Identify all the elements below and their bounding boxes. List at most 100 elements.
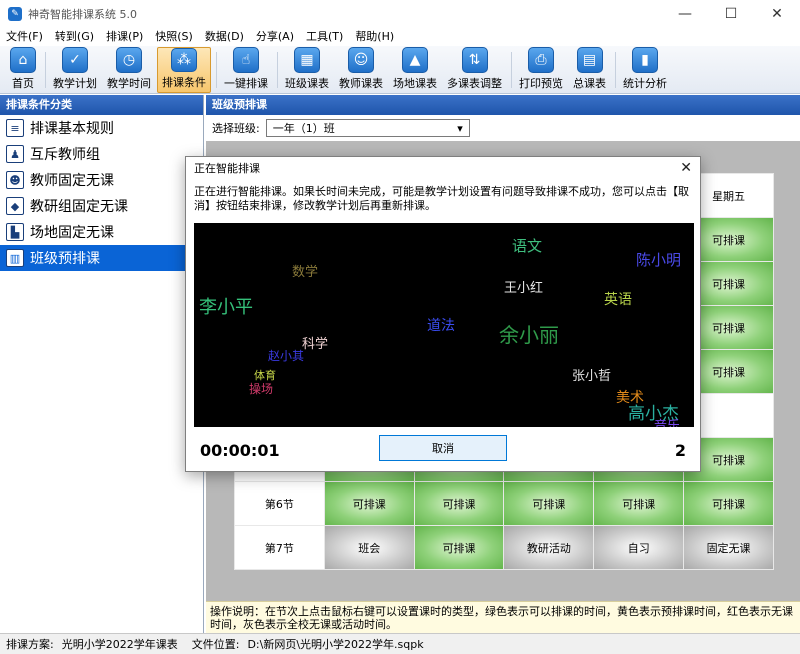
animated-word: 英语 xyxy=(604,292,632,308)
venue-icon: ▙ xyxy=(6,223,24,241)
animated-word: 余小丽 xyxy=(499,323,559,347)
schedule-cell[interactable]: 可排课 xyxy=(323,481,415,526)
teacher-fixed-icon: ☻ xyxy=(6,171,24,189)
animated-word: 张小哲 xyxy=(572,369,612,384)
close-icon[interactable]: ✕ xyxy=(680,160,692,176)
category-label: 排课基本规则 xyxy=(30,121,114,137)
cancel-button[interactable]: 取消 xyxy=(379,435,507,461)
animated-word: 李小平 xyxy=(199,297,253,318)
toolbar-teaching-time-button[interactable]: ◷ 教学时间 xyxy=(103,47,155,93)
category-item-venue-fixed[interactable]: ▙ 场地固定无课 xyxy=(0,219,203,245)
animated-word: 操场 xyxy=(249,382,274,396)
pane-header: 班级预排课 xyxy=(206,95,800,115)
toolbar-home-button[interactable]: ⌂ 首页 xyxy=(6,47,40,93)
menu-tools[interactable]: 工具(T) xyxy=(300,28,349,46)
category-item-teacher-fixed[interactable]: ☻ 教师固定无课 xyxy=(0,167,203,193)
menu-file[interactable]: 文件(F) xyxy=(0,28,49,46)
toolbar-divider xyxy=(615,52,616,88)
plan-label: 排课方案: xyxy=(6,638,54,651)
file-label: 文件位置: xyxy=(191,638,240,651)
attempt-counter: 2 xyxy=(674,441,686,460)
dialog-message: 正在进行智能排课。如果长时间未完成，可能是教学计划设置有问题导致排课不成功，您可… xyxy=(194,185,689,212)
toolbar-divider xyxy=(277,52,278,88)
bar-chart-icon: ▮ xyxy=(632,47,658,73)
toolbar-conditions-button[interactable]: ⁂ 排课条件 xyxy=(157,47,211,93)
category-label: 班级预排课 xyxy=(30,251,100,267)
toolbar-statistics-button[interactable]: ▮ 统计分析 xyxy=(619,47,671,93)
toolbar-label: 打印预览 xyxy=(519,77,563,90)
toolbar-label: 首页 xyxy=(12,77,34,90)
menu-data[interactable]: 数据(D) xyxy=(199,28,250,46)
category-label: 互斥教师组 xyxy=(30,147,100,163)
schedule-cell[interactable]: 可排课 xyxy=(413,481,505,526)
category-item-mutex-teachers[interactable]: ♟ 互斥教师组 xyxy=(0,141,203,167)
animated-word: 音乐 xyxy=(654,419,681,427)
network-icon: ⁂ xyxy=(171,48,197,72)
dialog-title: 正在智能排课 xyxy=(194,162,260,175)
category-label: 场地固定无课 xyxy=(30,225,114,241)
help-text: 操作说明：在节次上点击鼠标右键可以设置课时的类型，绿色表示可以排课的时间，黄色表… xyxy=(206,601,800,633)
animated-word: 数学 xyxy=(292,265,319,280)
dialog-title-bar: 正在智能排课 ✕ xyxy=(186,157,700,179)
schedule-cell[interactable]: 可排课 xyxy=(503,481,595,526)
schedule-cell[interactable]: 班会 xyxy=(323,525,415,570)
elapsed-timer: 00:00:01 xyxy=(200,441,280,460)
teacher-group-icon: ♟ xyxy=(6,145,24,163)
condition-category-pane: 排课条件分类 ≡ 排课基本规则 ♟ 互斥教师组 ☻ 教师固定无课 ◆ 教研组固定无课 ▙… xyxy=(0,95,204,633)
toolbar-divider xyxy=(45,52,46,88)
class-select-value: 一年（1）班 xyxy=(272,122,335,135)
category-item-group-fixed[interactable]: ◆ 教研组固定无课 xyxy=(0,193,203,219)
animated-word: 赵小其 xyxy=(268,349,305,363)
toolbar-teacher-table-button[interactable]: ☺ 教师课表 xyxy=(335,47,387,93)
animated-word: 科学 xyxy=(302,337,329,352)
file-value: D:\新网页\光明小学2022学年.sqpk xyxy=(247,638,424,651)
cube-icon: ◆ xyxy=(6,197,24,215)
toolbar-class-table-button[interactable]: ▦ 班级课表 xyxy=(281,47,333,93)
maximize-button[interactable]: ☐ xyxy=(708,0,754,28)
category-item-class-prearrange[interactable]: ▥ 班级预排课 xyxy=(0,245,203,271)
title-bar: ✎ 神奇智能排课系统 5.0 — ☐ ✕ xyxy=(0,0,800,28)
close-window-button[interactable]: ✕ xyxy=(754,0,800,28)
toolbar-multi-adjust-button[interactable]: ⇅ 多课表调整 xyxy=(443,47,506,93)
class-select[interactable]: 一年（1）班 ▾ xyxy=(265,119,470,137)
animated-word: 陈小明 xyxy=(636,251,682,269)
schedule-cell[interactable]: 固定无课 xyxy=(683,525,774,570)
hand-pointer-icon: ☝ xyxy=(233,47,259,73)
window-controls: — ☐ ✕ xyxy=(662,0,800,28)
animated-word: 道法 xyxy=(427,318,455,334)
period-label: 第7节 xyxy=(234,525,325,570)
toolbar-divider xyxy=(216,52,217,88)
menu-help[interactable]: 帮助(H) xyxy=(349,28,400,46)
table-row: 第7节 班会 可排课 教研活动 自习 固定无课 xyxy=(234,525,774,570)
printer-icon: ⎙ xyxy=(528,47,554,73)
class-selector-bar: 选择班级: 一年（1）班 ▾ xyxy=(206,115,800,141)
minimize-button[interactable]: — xyxy=(662,0,708,28)
calendar-grid-icon: ▦ xyxy=(294,47,320,73)
building-icon: ▲ xyxy=(402,47,428,73)
menu-snapshot[interactable]: 快照(S) xyxy=(149,28,199,46)
schedule-cell[interactable]: 教研活动 xyxy=(503,525,595,570)
toolbar-label: 班级课表 xyxy=(285,77,329,90)
category-item-basic-rules[interactable]: ≡ 排课基本规则 xyxy=(0,115,203,141)
toolbar-divider xyxy=(511,52,512,88)
menu-share[interactable]: 分享(A) xyxy=(250,28,300,46)
schedule-cell[interactable]: 可排课 xyxy=(683,481,774,526)
menu-bar: 文件(F) 转到(G) 排课(P) 快照(S) 数据(D) 分享(A) 工具(T… xyxy=(0,28,800,46)
menu-schedule[interactable]: 排课(P) xyxy=(100,28,149,46)
home-icon: ⌂ xyxy=(10,47,36,73)
toolbar-auto-schedule-button[interactable]: ☝ 一键排课 xyxy=(220,47,272,93)
clock-icon: ◷ xyxy=(116,47,142,73)
plan-value: 光明小学2022学年课表 xyxy=(61,638,178,651)
category-label: 教研组固定无课 xyxy=(30,199,128,215)
window-title: 神奇智能排课系统 5.0 xyxy=(28,8,137,21)
toolbar-label: 总课表 xyxy=(573,77,606,90)
toolbar-venue-table-button[interactable]: ▲ 场地课表 xyxy=(389,47,441,93)
menu-goto[interactable]: 转到(G) xyxy=(49,28,100,46)
toolbar-master-table-button[interactable]: ▤ 总课表 xyxy=(569,47,610,93)
schedule-cell[interactable]: 可排课 xyxy=(413,525,505,570)
toolbar-teaching-plan-button[interactable]: ✓ 教学计划 xyxy=(49,47,101,93)
chevron-down-icon: ▾ xyxy=(457,121,463,135)
toolbar-print-preview-button[interactable]: ⎙ 打印预览 xyxy=(515,47,567,93)
schedule-cell[interactable]: 自习 xyxy=(593,525,685,570)
schedule-cell[interactable]: 可排课 xyxy=(593,481,685,526)
